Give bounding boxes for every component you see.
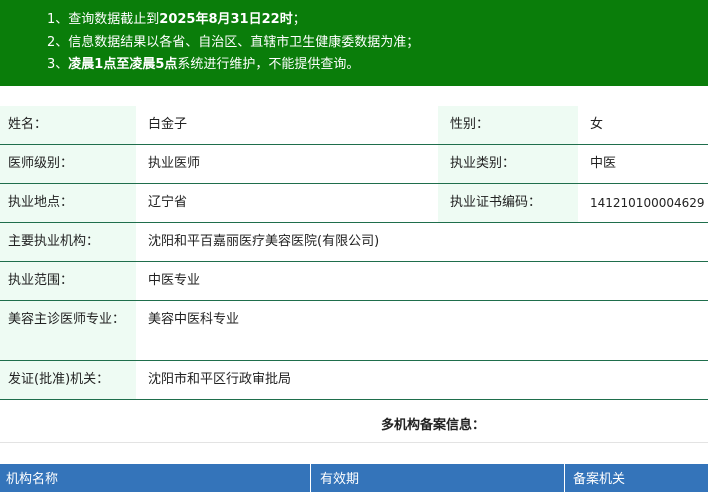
notice-line-2: 2、信息数据结果以各省、自治区、直辖市卫生健康委数据为准； bbox=[47, 35, 420, 50]
doctor-info-table: 姓名： 白金子 性别： 女 医师级别： 执业医师 执业类别： 中医 执业地点： … bbox=[0, 106, 708, 400]
category-value: 中医 bbox=[590, 156, 617, 171]
info-row-beauty: 美容主诊医师专业： 美容中医科专业 bbox=[0, 301, 708, 361]
notice-line-3: 3、凌晨1点至凌晨5点系统进行维护，不能提供查询。 bbox=[47, 56, 359, 74]
info-row-issuer: 发证(批准)机关： 沈阳市和平区行政审批局 bbox=[0, 361, 708, 400]
notice-banner: 1、查询数据截止到2025年8月31日22时； 2、信息数据结果以各省、自治区、… bbox=[0, 0, 708, 86]
multi-org-table-header: 机构名称 有效期 备案机关 bbox=[0, 464, 708, 492]
notice-line-3-time: 凌晨1点至凌晨5点 bbox=[68, 57, 178, 72]
multi-org-title: 多机构备案信息： bbox=[381, 418, 486, 433]
issuer-value: 沈阳市和平区行政审批局 bbox=[148, 372, 292, 387]
info-row-name: 姓名： 白金子 性别： 女 bbox=[0, 106, 708, 145]
cert-label: 执业证书编码： bbox=[438, 184, 578, 222]
notice-line-3-prefix: 3、 bbox=[47, 57, 69, 72]
beauty-label: 美容主诊医师专业： bbox=[0, 301, 136, 360]
scope-label: 执业范围： bbox=[0, 262, 136, 300]
location-value: 辽宁省 bbox=[148, 195, 188, 210]
scope-value: 中医专业 bbox=[148, 273, 201, 288]
category-label: 执业类别： bbox=[438, 145, 578, 183]
column-header-validity: 有效期 bbox=[311, 464, 565, 492]
info-row-location: 执业地点： 辽宁省 执业证书编码： 141210100004629 bbox=[0, 184, 708, 223]
info-row-org: 主要执业机构： 沈阳和平百嘉丽医疗美容医院(有限公司) bbox=[0, 223, 708, 262]
location-label: 执业地点： bbox=[0, 184, 136, 222]
info-row-scope: 执业范围： 中医专业 bbox=[0, 262, 708, 301]
gender-label: 性别： bbox=[438, 106, 578, 144]
column-header-authority: 备案机关 bbox=[573, 472, 626, 487]
level-label: 医师级别： bbox=[0, 145, 136, 183]
notice-line-1: 1、查询数据截止到2025年8月31日22时； bbox=[47, 11, 306, 29]
info-row-level: 医师级别： 执业医师 执业类别： 中医 bbox=[0, 145, 708, 184]
gender-value: 女 bbox=[590, 117, 604, 132]
notice-line-1-prefix: 1、查询数据截止到 bbox=[47, 12, 160, 27]
org-label: 主要执业机构： bbox=[0, 223, 136, 261]
notice-line-1-date: 2025年8月31日22时 bbox=[159, 12, 293, 27]
column-header-org-name: 机构名称 bbox=[0, 464, 311, 492]
org-value: 沈阳和平百嘉丽医疗美容医院(有限公司) bbox=[148, 234, 380, 249]
issuer-label: 发证(批准)机关： bbox=[0, 361, 136, 399]
name-label: 姓名： bbox=[0, 106, 136, 144]
level-value: 执业医师 bbox=[148, 156, 201, 171]
notice-line-1-suffix: ； bbox=[292, 12, 306, 27]
name-value: 白金子 bbox=[148, 117, 188, 132]
notice-line-3-suffix: 系统进行维护，不能提供查询。 bbox=[177, 57, 360, 72]
multi-org-section-title: 多机构备案信息： bbox=[0, 406, 708, 443]
beauty-value: 美容中医科专业 bbox=[148, 312, 240, 327]
cert-value: 141210100004629 bbox=[590, 196, 705, 210]
